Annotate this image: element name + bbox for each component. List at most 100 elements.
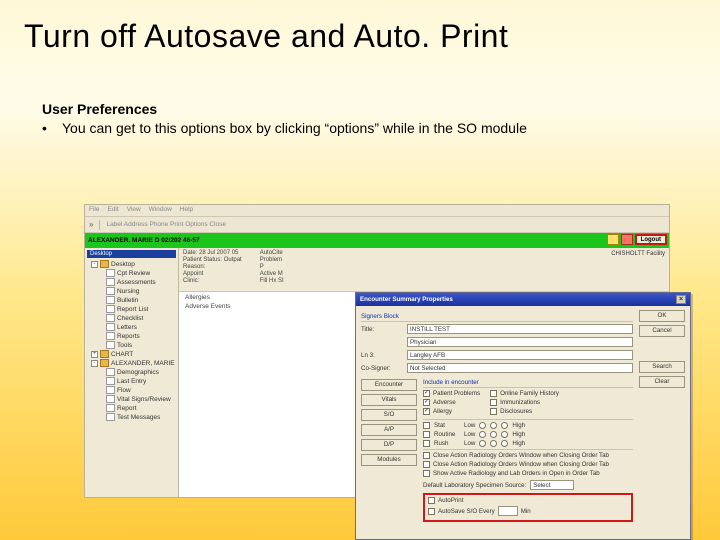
checkbox-icon[interactable] (423, 470, 430, 477)
radio-icon[interactable] (501, 440, 508, 447)
tree-label: Reports (117, 333, 140, 340)
radio-icon[interactable] (479, 431, 486, 438)
expand-icon[interactable]: - (91, 360, 98, 367)
tree-node[interactable]: Assessments (87, 278, 176, 287)
include-checkbox[interactable]: Adverse (423, 399, 480, 406)
tree-node[interactable]: Report (87, 404, 176, 413)
toolbar-chevron-icon[interactable]: » (89, 220, 93, 229)
module-button[interactable]: Vitals (361, 394, 417, 406)
radio-icon[interactable] (490, 422, 497, 429)
autosave-checkbox[interactable]: AutoSave S/O EveryMin (428, 506, 628, 516)
tree-label: Vital Signs/Review (117, 396, 171, 403)
priority-low: Low (464, 422, 475, 429)
tree-node[interactable]: Letters (87, 323, 176, 332)
menu-item[interactable]: Help (180, 206, 193, 215)
checkbox-label: Online Family History (500, 390, 559, 397)
role-input[interactable]: Physician (407, 337, 633, 347)
priority-row: RoutineLowHigh (423, 431, 633, 438)
action-checkbox[interactable]: Show Active Radiology and Lab Orders in … (423, 470, 633, 477)
module-button[interactable]: S/O (361, 409, 417, 421)
autosave-autoprint-highlight: AutoPrint AutoSave S/O EveryMin (423, 493, 633, 522)
tree-node[interactable]: Cpt Review (87, 269, 176, 278)
folder-icon (100, 260, 109, 268)
checkbox-icon[interactable] (423, 431, 430, 438)
tree-node[interactable]: Tools (87, 341, 176, 350)
include-checkbox[interactable]: Disclosures (490, 408, 559, 415)
folder-icon (100, 350, 109, 358)
include-section-label: Include in encounter (423, 379, 633, 388)
checkbox-icon[interactable] (423, 408, 430, 415)
checkbox-icon[interactable] (428, 508, 435, 515)
radio-icon[interactable] (479, 422, 486, 429)
menu-item[interactable]: Edit (107, 206, 118, 215)
cancel-button[interactable]: Cancel (639, 325, 685, 337)
checkbox-icon[interactable] (423, 399, 430, 406)
action-checkbox[interactable]: Close Action Radiology Orders Window whe… (423, 461, 633, 468)
module-button[interactable]: Encounter (361, 379, 417, 391)
radio-icon[interactable] (490, 440, 497, 447)
ok-button[interactable]: OK (639, 310, 685, 322)
include-checkbox[interactable]: Online Family History (490, 390, 559, 397)
document-icon (106, 296, 115, 304)
title-input[interactable]: INSTILL TEST (407, 324, 633, 334)
clear-button[interactable]: Clear (639, 376, 685, 388)
checkbox-icon[interactable] (428, 497, 435, 504)
checkbox-icon[interactable] (423, 452, 430, 459)
radio-icon[interactable] (490, 431, 497, 438)
default-source-select[interactable]: Select (530, 480, 574, 490)
tree-node[interactable]: -Desktop (87, 260, 176, 269)
location-input[interactable]: Langley AFB (407, 350, 633, 360)
tree-node[interactable]: Nursing (87, 287, 176, 296)
tree-node[interactable]: Flow (87, 386, 176, 395)
module-button[interactable]: D/P (361, 439, 417, 451)
module-button[interactable]: Modules (361, 454, 417, 466)
expand-icon[interactable]: - (91, 261, 98, 268)
module-button[interactable]: A/P (361, 424, 417, 436)
include-checkbox[interactable]: Immunizations (490, 399, 559, 406)
tree-node[interactable]: +CHART (87, 350, 176, 359)
autosave-checkbox[interactable]: AutoPrint (428, 497, 628, 504)
tree-label: Nursing (117, 288, 139, 295)
info-field: Patient Status: Outpat (183, 257, 242, 263)
checkbox-icon[interactable] (423, 440, 430, 447)
menu-item[interactable]: Window (149, 206, 172, 215)
radio-icon[interactable] (479, 440, 486, 447)
alert-badge-1[interactable] (607, 234, 619, 245)
tree-node[interactable]: Reports (87, 332, 176, 341)
tree-node[interactable]: Checklist (87, 314, 176, 323)
checkbox-icon[interactable] (423, 461, 430, 468)
checkbox-icon[interactable] (490, 390, 497, 397)
toolbar-labels[interactable]: Label Address Phone Print Options Close (106, 221, 226, 228)
tree-node[interactable]: Demographics (87, 368, 176, 377)
tree-node[interactable]: Report List (87, 305, 176, 314)
cosigner-input[interactable]: Not Selected (407, 363, 633, 373)
menu-item[interactable]: File (89, 206, 99, 215)
menu-item[interactable]: View (127, 206, 141, 215)
info-field: Problem (260, 257, 284, 263)
include-checkbox[interactable]: Allergy (423, 408, 480, 415)
expand-icon[interactable]: + (91, 351, 98, 358)
close-icon[interactable]: × (676, 295, 686, 304)
radio-icon[interactable] (501, 422, 508, 429)
checkbox-icon[interactable] (490, 399, 497, 406)
tree-node[interactable]: -ALEXANDER, MARIE D (87, 359, 176, 368)
tree-node[interactable]: Vital Signs/Review (87, 395, 176, 404)
search-button[interactable]: Search (639, 361, 685, 373)
minutes-input[interactable] (498, 506, 518, 516)
action-checkbox[interactable]: Close Action Radiology Orders Window whe… (423, 452, 633, 459)
alert-badge-2[interactable] (621, 234, 633, 245)
checkbox-icon[interactable] (423, 422, 430, 429)
checkbox-icon[interactable] (423, 390, 430, 397)
document-icon (106, 305, 115, 313)
include-checkbox[interactable]: Patient Problems (423, 390, 480, 397)
patient-bar: ALEXANDER, MARIE D 02/202 46-57 Logout (85, 233, 669, 248)
slide-subheading: User Preferences (42, 101, 696, 117)
radio-icon[interactable] (501, 431, 508, 438)
checkbox-icon[interactable] (490, 408, 497, 415)
logout-button[interactable]: Logout (635, 234, 667, 245)
tree-node[interactable]: Test Messages (87, 413, 176, 422)
tree-node[interactable]: Last Entry (87, 377, 176, 386)
tree-node[interactable]: Bulletin (87, 296, 176, 305)
tree-label: Tools (117, 342, 132, 349)
tree-label: Report (117, 405, 137, 412)
